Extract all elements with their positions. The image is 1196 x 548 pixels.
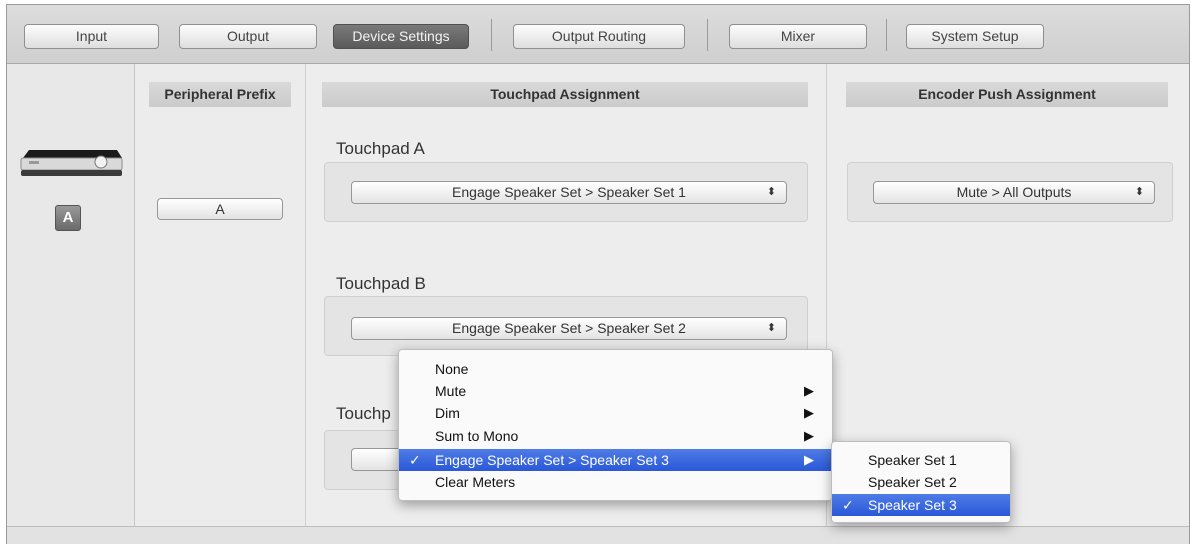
tab-output[interactable]: Output <box>179 24 317 49</box>
encoder-value: Mute > All Outputs <box>956 184 1072 200</box>
checkmark-icon: ✓ <box>842 497 854 513</box>
submenu-item-speaker-set-2[interactable]: Speaker Set 2 <box>832 471 1010 493</box>
popup-arrows-icon: ⬍ <box>766 186 776 198</box>
menu-item-dim[interactable]: Dim ▶ <box>399 402 832 424</box>
menu-item-label: Dim <box>435 405 460 421</box>
menu-item-label: Clear Meters <box>435 474 516 490</box>
submenu-arrow-icon: ▶ <box>804 405 814 420</box>
menu-item-label: Sum to Mono <box>435 428 519 444</box>
tab-input[interactable]: Input <box>24 24 159 49</box>
controller-device-icon[interactable] <box>19 146 123 180</box>
submenu-item-speaker-set-3[interactable]: ✓ Speaker Set 3 <box>832 494 1010 516</box>
device-column: A <box>7 64 135 526</box>
checkmark-icon: ✓ <box>409 452 421 468</box>
touchpad-b-popup[interactable]: Engage Speaker Set > Speaker Set 2 ⬍ <box>351 317 787 340</box>
submenu-item-label: Speaker Set 3 <box>868 497 957 513</box>
encoder-push-header: Encoder Push Assignment <box>846 82 1168 107</box>
prefix-button[interactable]: A <box>157 198 283 220</box>
submenu-arrow-icon: ▶ <box>804 428 814 443</box>
tab-mixer[interactable]: Mixer <box>729 24 867 49</box>
touchpad-b-value: Engage Speaker Set > Speaker Set 2 <box>452 320 686 336</box>
device-badge[interactable]: A <box>55 205 81 231</box>
toolbar: Input Output Device Settings Output Rout… <box>7 5 1189 64</box>
peripheral-prefix-column: Peripheral Prefix A <box>135 64 306 526</box>
app-window: Input Output Device Settings Output Rout… <box>6 4 1190 544</box>
encoder-popup[interactable]: Mute > All Outputs ⬍ <box>873 181 1155 204</box>
tab-output-routing[interactable]: Output Routing <box>513 24 685 49</box>
menu-item-label: Engage Speaker Set > Speaker Set 3 <box>435 452 669 468</box>
popup-arrows-icon: ⬍ <box>766 322 776 334</box>
menu-item-sum-to-mono[interactable]: Sum to Mono ▶ <box>399 425 832 447</box>
menu-item-engage-speaker-set[interactable]: ✓ Engage Speaker Set > Speaker Set 3 ▶ <box>399 449 832 471</box>
tab-system-setup[interactable]: System Setup <box>906 24 1044 49</box>
touchpad-c-title: Touchp <box>336 404 391 423</box>
touchpad-a-popup[interactable]: Engage Speaker Set > Speaker Set 1 ⬍ <box>351 181 787 204</box>
touchpad-a-title: Touchpad A <box>336 139 425 158</box>
assignment-menu: None Mute ▶ Dim ▶ Sum to Mono ▶ ✓ Engage… <box>398 349 833 501</box>
tab-device-settings[interactable]: Device Settings <box>333 24 469 49</box>
status-strip <box>7 526 1189 544</box>
submenu-item-label: Speaker Set 1 <box>868 452 957 468</box>
submenu-item-speaker-set-1[interactable]: Speaker Set 1 <box>832 449 1010 471</box>
submenu-item-label: Speaker Set 2 <box>868 474 957 490</box>
submenu-arrow-icon: ▶ <box>804 452 814 467</box>
menu-item-mute[interactable]: Mute ▶ <box>399 380 832 402</box>
toolbar-separator <box>886 19 887 51</box>
menu-item-none[interactable]: None <box>399 358 832 380</box>
touchpad-assignment-header: Touchpad Assignment <box>322 82 808 107</box>
touchpad-a-value: Engage Speaker Set > Speaker Set 1 <box>452 184 686 200</box>
toolbar-separator <box>707 19 708 51</box>
menu-item-label: None <box>435 361 469 377</box>
menu-item-clear-meters[interactable]: Clear Meters <box>399 471 832 493</box>
popup-arrows-icon: ⬍ <box>1134 186 1144 198</box>
menu-item-label: Mute <box>435 383 467 399</box>
touchpad-b-title: Touchpad B <box>336 274 426 293</box>
peripheral-prefix-header: Peripheral Prefix <box>149 82 291 107</box>
speaker-set-submenu: Speaker Set 1 Speaker Set 2 ✓ Speaker Se… <box>831 441 1011 523</box>
toolbar-separator <box>491 19 492 51</box>
submenu-arrow-icon: ▶ <box>804 383 814 398</box>
